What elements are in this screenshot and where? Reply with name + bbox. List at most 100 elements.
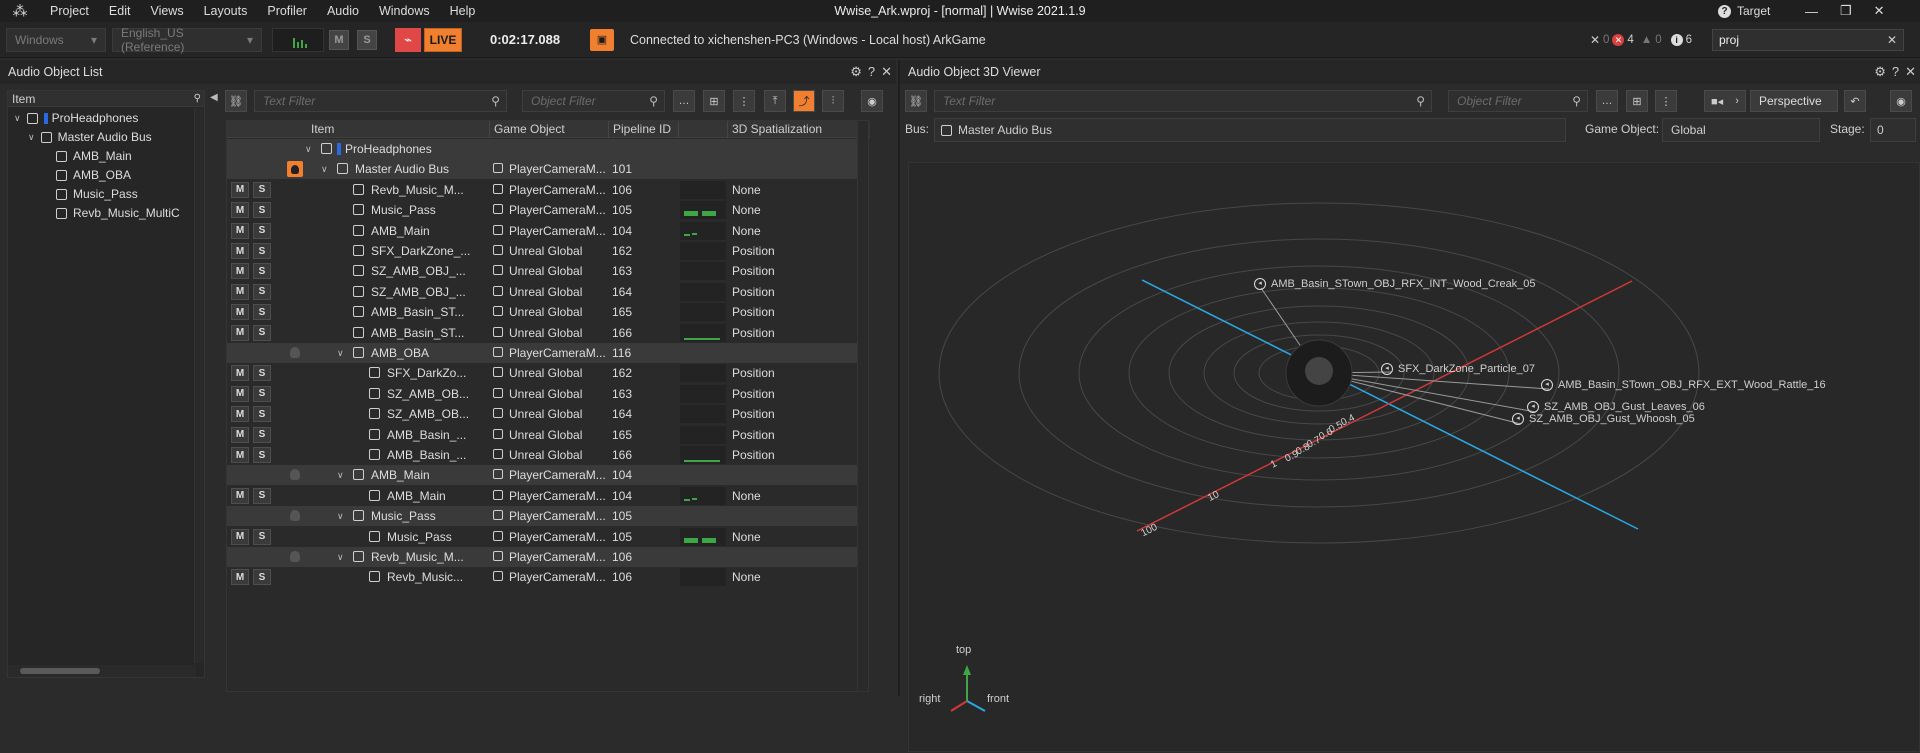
table-row[interactable]: M S Music_Pass PlayerCameraM... 105 None bbox=[227, 200, 858, 220]
solo-button[interactable]: S bbox=[253, 385, 271, 402]
column-header-meter[interactable] bbox=[678, 121, 679, 138]
close-icon[interactable]: ✕ bbox=[881, 60, 892, 84]
menu-views[interactable]: Views bbox=[140, 0, 193, 22]
tree-item[interactable]: Music_Pass bbox=[42, 185, 138, 203]
expand-chevron-icon[interactable]: ∨ bbox=[337, 348, 344, 359]
table-row[interactable]: M S SFX_DarkZo... Unreal Global 162 Position bbox=[227, 363, 858, 383]
link-button[interactable]: ⛓ bbox=[905, 90, 927, 112]
listener-icon[interactable] bbox=[290, 510, 300, 522]
audio-object-marker[interactable]: ◂ SZ_AMB_OBJ_Gust_Leaves_06 bbox=[1527, 401, 1705, 414]
mute-button[interactable]: M bbox=[231, 263, 249, 280]
menu-kebab-button[interactable]: ⋮ bbox=[1655, 90, 1677, 112]
table-row[interactable]: ∨ Music_Pass PlayerCameraM... 105 bbox=[227, 506, 858, 527]
table-row[interactable]: M S SZ_AMB_OB... Unreal Global 164 Position bbox=[227, 404, 858, 424]
table-row[interactable]: M S AMB_Main PlayerCameraM... 104 None bbox=[227, 486, 858, 506]
menu-kebab-button[interactable]: ⋮ bbox=[733, 90, 755, 112]
global-solo-button[interactable]: S bbox=[357, 29, 377, 50]
object-filter-input[interactable]: Object Filter ⚲ bbox=[522, 90, 665, 112]
menu-edit[interactable]: Edit bbox=[99, 0, 141, 22]
text-filter-input[interactable]: Text Filter ⚲ bbox=[934, 90, 1432, 112]
expand-chevron-icon[interactable]: ∨ bbox=[14, 109, 21, 127]
table-row[interactable]: M S SZ_AMB_OB... Unreal Global 163 Position bbox=[227, 384, 858, 404]
listener-icon[interactable] bbox=[290, 551, 300, 562]
table-row[interactable]: M S AMB_Basin_ST... Unreal Global 166 Positio… bbox=[227, 323, 858, 343]
table-row[interactable]: M S Revb_Music... PlayerCameraM... 106 None bbox=[227, 567, 858, 587]
audio-object-marker[interactable]: ◂ AMB_Basin_STown_OBJ_RFX_EXT_Wood_Rattle… bbox=[1541, 379, 1826, 392]
close-notifications-icon[interactable]: ✕ bbox=[1590, 33, 1600, 47]
minimize-icon[interactable]: — bbox=[1805, 4, 1818, 19]
more-options-button[interactable]: … bbox=[1596, 90, 1618, 112]
solo-button[interactable]: S bbox=[253, 528, 271, 545]
mute-button[interactable]: M bbox=[231, 406, 249, 423]
listener-icon[interactable] bbox=[290, 347, 300, 358]
expand-chevron-icon[interactable]: ∨ bbox=[337, 470, 344, 481]
solo-button[interactable]: S bbox=[253, 304, 271, 321]
tree-item[interactable]: ∨ Master Audio Bus bbox=[28, 128, 152, 146]
camera-select[interactable]: ■◂ › bbox=[1704, 90, 1746, 112]
text-filter-input[interactable]: Text Filter ⚲ bbox=[254, 90, 507, 112]
menu-profiler[interactable]: Profiler bbox=[257, 0, 317, 22]
grid-scrollbar[interactable] bbox=[857, 121, 868, 691]
audio-object-marker[interactable]: ◂ SFX_DarkZone_Particle_07 bbox=[1381, 363, 1535, 376]
table-row[interactable]: M S AMB_Basin_ST... Unreal Global 165 Positio… bbox=[227, 302, 858, 322]
tree-scrollbar-horizontal[interactable] bbox=[8, 665, 196, 677]
performance-monitor-button[interactable]: ⌁ bbox=[395, 27, 421, 52]
bus-selector[interactable]: Master Audio Bus bbox=[934, 118, 1566, 142]
mute-button[interactable]: M bbox=[231, 426, 249, 443]
listener-icon[interactable] bbox=[290, 469, 300, 481]
close-icon[interactable]: ✕ bbox=[1874, 3, 1885, 19]
gear-icon[interactable]: ⚙ bbox=[1874, 60, 1886, 84]
solo-button[interactable]: S bbox=[253, 447, 271, 463]
audio-object-marker[interactable]: ◂ AMB_Basin_STown_OBJ_RFX_INT_Wood_Creak_… bbox=[1254, 278, 1536, 291]
listener-icon[interactable] bbox=[287, 161, 303, 178]
object-filter-input[interactable]: Object Filter ⚲ bbox=[1448, 90, 1588, 112]
gear-icon[interactable]: ⚙ bbox=[850, 60, 862, 84]
follow-selection-button[interactable]: ⤴ bbox=[793, 90, 815, 112]
tree-item[interactable]: AMB_OBA bbox=[42, 166, 131, 184]
solo-button[interactable]: S bbox=[253, 569, 271, 586]
help-icon[interactable]: ? bbox=[868, 60, 875, 84]
solo-button[interactable]: S bbox=[253, 487, 271, 504]
solo-button[interactable]: S bbox=[253, 283, 271, 300]
table-row[interactable]: M S SFX_DarkZone_... Unreal Global 162 Positi… bbox=[227, 241, 858, 261]
target-control[interactable]: ? Target bbox=[1718, 0, 1770, 22]
tree-item[interactable]: AMB_Main bbox=[42, 147, 132, 165]
more-options-button[interactable]: … bbox=[673, 90, 695, 112]
mute-button[interactable]: M bbox=[231, 569, 249, 586]
filter-settings-button[interactable]: ⊞ bbox=[1626, 90, 1648, 112]
table-row[interactable]: ∨ Revb_Music_M... PlayerCameraM... 106 bbox=[227, 547, 858, 567]
global-mute-button[interactable]: M bbox=[329, 29, 349, 50]
mute-button[interactable]: M bbox=[231, 365, 249, 382]
maximize-icon[interactable]: ❐ bbox=[1840, 3, 1852, 19]
menu-audio[interactable]: Audio bbox=[317, 0, 369, 22]
collapse-all-button[interactable]: ⤒ bbox=[764, 90, 786, 112]
reset-view-button[interactable]: ↶ bbox=[1844, 90, 1866, 112]
table-row[interactable]: M S AMB_Basin_... Unreal Global 166 Position bbox=[227, 445, 858, 465]
expand-chevron-icon[interactable]: ∨ bbox=[321, 164, 328, 175]
column-header-pipeline-id[interactable]: Pipeline ID bbox=[608, 121, 671, 138]
table-row[interactable]: M S SZ_AMB_OBJ_... Unreal Global 163 Position bbox=[227, 261, 858, 281]
table-row[interactable]: ∨ AMB_Main PlayerCameraM... 104 bbox=[227, 465, 858, 486]
audio-object-marker[interactable]: ◂ SZ_AMB_OBJ_Gust_Whoosh_05 bbox=[1512, 413, 1695, 426]
solo-button[interactable]: S bbox=[253, 181, 271, 198]
visibility-eye-button[interactable]: ◉ bbox=[861, 90, 883, 112]
search-icon[interactable]: ⚲ bbox=[194, 91, 201, 107]
column-header-game-object[interactable]: Game Object bbox=[489, 121, 565, 138]
table-row[interactable]: M S Revb_Music_M... PlayerCameraM... 106 None bbox=[227, 180, 858, 200]
solo-button[interactable]: S bbox=[253, 406, 271, 423]
table-row[interactable]: M S AMB_Basin_... Unreal Global 165 Position bbox=[227, 425, 858, 445]
3d-viewport[interactable]: ◂ AMB_Basin_STown_OBJ_RFX_INT_Wood_Creak_… bbox=[908, 162, 1920, 752]
table-row[interactable]: M S Music_Pass PlayerCameraM... 105 None bbox=[227, 527, 858, 547]
tree-item[interactable]: Revb_Music_MultiC bbox=[42, 204, 180, 222]
solo-button[interactable]: S bbox=[253, 222, 271, 239]
menu-help[interactable]: Help bbox=[440, 0, 486, 22]
close-icon[interactable]: ✕ bbox=[1905, 60, 1916, 84]
connect-button[interactable]: ▣ bbox=[590, 28, 614, 51]
tree-item[interactable]: ∨ ProHeadphones bbox=[14, 109, 138, 127]
menu-layouts[interactable]: Layouts bbox=[194, 0, 258, 22]
expand-chevron-icon[interactable]: ∨ bbox=[337, 552, 344, 563]
mute-button[interactable]: M bbox=[231, 181, 249, 198]
column-header-item[interactable]: Item bbox=[311, 121, 334, 138]
solo-button[interactable]: S bbox=[253, 202, 271, 219]
wwise-logo-icon[interactable]: ⁂ bbox=[0, 0, 40, 22]
